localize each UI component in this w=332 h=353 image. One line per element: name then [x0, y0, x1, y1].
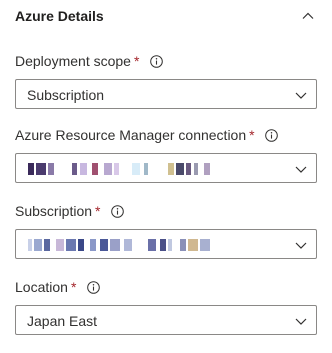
required-marker: * [70, 279, 77, 295]
subscription-label-text: Subscription [15, 203, 93, 219]
deployment-scope-dropdown[interactable]: Subscription [15, 79, 317, 109]
location-label: Location * [15, 279, 101, 295]
azure-details-header[interactable]: Azure Details [0, 0, 332, 34]
info-icon[interactable] [87, 281, 101, 294]
chevron-up-icon[interactable] [301, 9, 315, 23]
location-value: Japan East [27, 313, 98, 329]
deployment-scope-value: Subscription [27, 87, 105, 103]
deployment-scope-label: Deployment scope * [15, 53, 164, 69]
deployment-scope-label-text: Deployment scope [15, 53, 131, 69]
section-title: Azure Details [15, 8, 104, 24]
required-marker: * [133, 53, 140, 69]
info-icon[interactable] [150, 55, 164, 68]
arm-connection-label-text: Azure Resource Manager connection [15, 127, 247, 143]
subscription-dropdown[interactable] [15, 229, 317, 259]
arm-connection-dropdown[interactable] [15, 153, 317, 183]
info-icon[interactable] [111, 205, 125, 218]
chevron-down-icon [295, 92, 307, 99]
chevron-down-icon [295, 318, 307, 325]
arm-connection-label: Azure Resource Manager connection * [15, 127, 279, 143]
chevron-down-icon [295, 242, 307, 249]
chevron-down-icon [295, 166, 307, 173]
location-dropdown[interactable]: Japan East [15, 305, 317, 335]
info-icon[interactable] [265, 129, 279, 142]
required-marker: * [95, 203, 101, 219]
location-label-text: Location [15, 279, 68, 295]
required-marker: * [249, 127, 255, 143]
subscription-label: Subscription * [15, 203, 125, 219]
